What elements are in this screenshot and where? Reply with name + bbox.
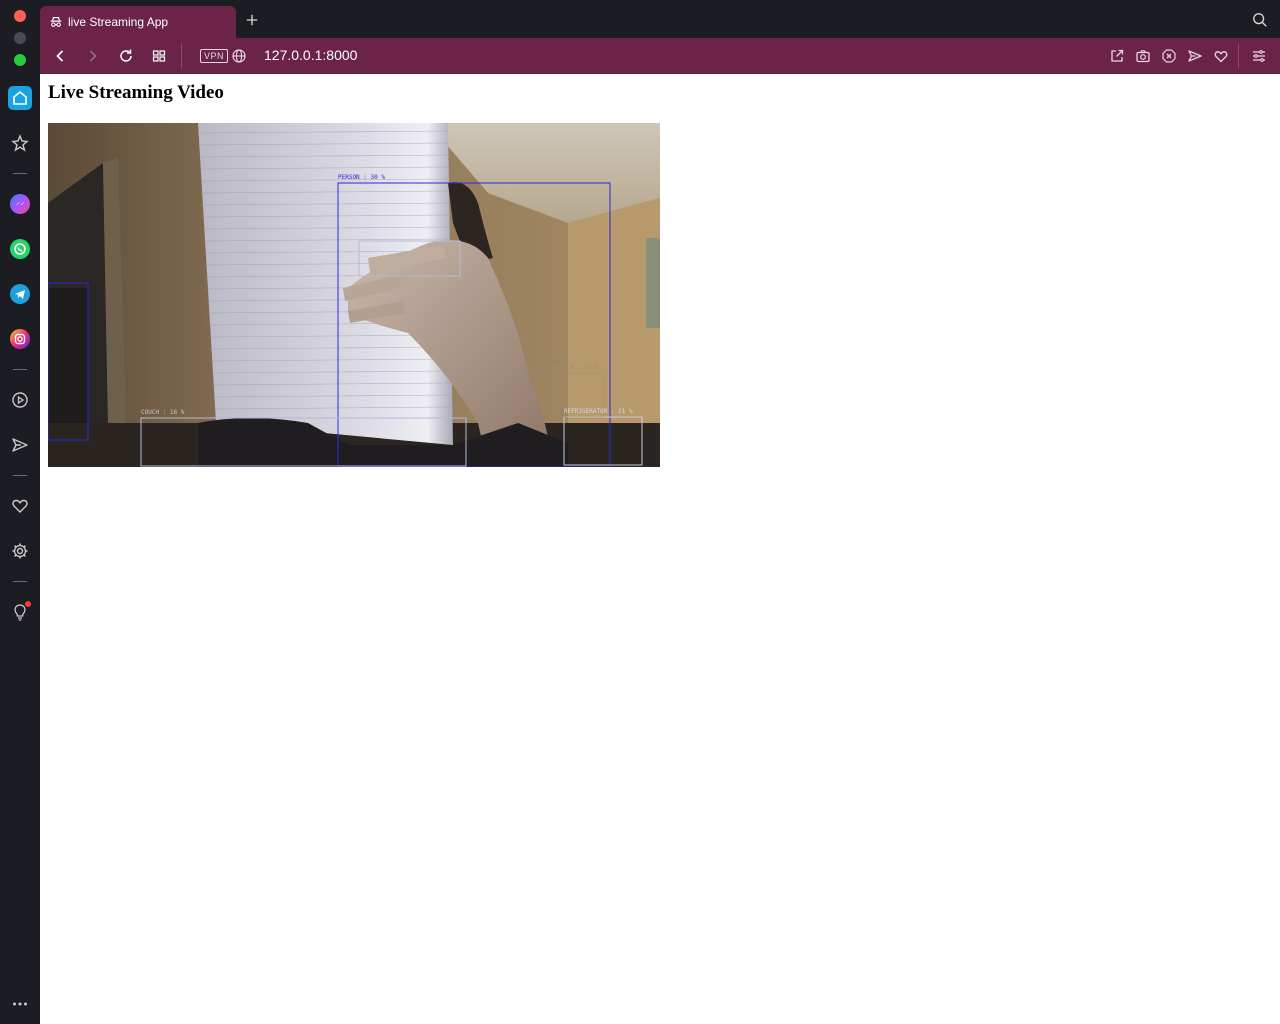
messenger-icon[interactable] xyxy=(10,194,30,214)
settings-gear-icon[interactable] xyxy=(8,539,32,563)
live-video-stream: PERSON : 30 % COUCH : 16 % REFRIGERATOR … xyxy=(48,123,660,467)
url-field[interactable]: 127.0.0.1:8000 xyxy=(264,47,357,63)
private-mode-incognito-icon xyxy=(48,14,64,30)
url-port: :8000 xyxy=(322,47,358,63)
zoom-window-button[interactable] xyxy=(14,54,26,66)
tab-strip: live Streaming App xyxy=(40,0,1280,38)
tab-live-streaming-app[interactable]: live Streaming App xyxy=(40,6,236,38)
vpn-badge[interactable]: VPN xyxy=(200,49,229,63)
sidebar-divider xyxy=(13,475,27,476)
more-options-icon[interactable] xyxy=(8,992,32,1016)
detection-label: COUCH : 16 % xyxy=(141,409,185,416)
tab-title: live Streaming App xyxy=(68,15,169,29)
url-host: 127.0.0.1 xyxy=(264,47,323,63)
toolbar-divider xyxy=(1238,44,1239,68)
video-frame-image: PERSON : 30 % COUCH : 16 % REFRIGERATOR … xyxy=(48,123,660,467)
favorites-heart-icon[interactable] xyxy=(8,494,32,518)
tab-search-icon[interactable] xyxy=(1252,12,1270,30)
bookmark-heart-icon[interactable] xyxy=(1211,46,1231,66)
sidebar-divider xyxy=(13,173,27,174)
home-icon[interactable] xyxy=(8,86,32,110)
address-bar: VPN 127.0.0.1:8000 xyxy=(40,38,1280,74)
share-icon[interactable] xyxy=(1107,46,1127,66)
send-to-flow-icon[interactable] xyxy=(1185,46,1205,66)
site-info-globe-icon[interactable] xyxy=(229,46,249,66)
sidebar xyxy=(0,0,40,1024)
detection-label: BOTTLE : 15 % xyxy=(552,364,599,371)
page-title: Live Streaming Video xyxy=(48,82,224,103)
sidebar-divider xyxy=(13,581,27,582)
new-tab-plus-icon[interactable] xyxy=(242,10,262,30)
reload-icon[interactable] xyxy=(116,46,136,66)
close-window-button[interactable] xyxy=(14,10,26,22)
flow-send-icon[interactable] xyxy=(8,433,32,457)
tips-lightbulb-icon[interactable] xyxy=(8,600,32,624)
pinboard-icon[interactable] xyxy=(8,131,32,155)
back-arrow-icon[interactable] xyxy=(50,46,70,66)
instagram-icon[interactable] xyxy=(10,329,30,349)
notification-dot xyxy=(25,601,31,607)
ad-blocker-icon[interactable] xyxy=(1159,46,1179,66)
whatsapp-icon[interactable] xyxy=(10,239,30,259)
minimize-window-button[interactable] xyxy=(14,32,26,44)
toolbar-divider xyxy=(181,44,182,68)
detection-label: PERSON : 30 % xyxy=(338,174,385,181)
detection-label: REFRIGERATOR : 21 % xyxy=(564,408,633,415)
player-icon[interactable] xyxy=(8,388,32,412)
telegram-icon[interactable] xyxy=(10,284,30,304)
easy-setup-sliders-icon[interactable] xyxy=(1249,46,1269,66)
sidebar-divider xyxy=(13,369,27,370)
forward-arrow-icon[interactable] xyxy=(83,46,103,66)
page-content: Live Streaming Video PERSON: 30 % COUCH… xyxy=(40,74,1280,1024)
snapshot-camera-icon[interactable] xyxy=(1133,46,1153,66)
tab-grid-icon[interactable] xyxy=(149,46,169,66)
